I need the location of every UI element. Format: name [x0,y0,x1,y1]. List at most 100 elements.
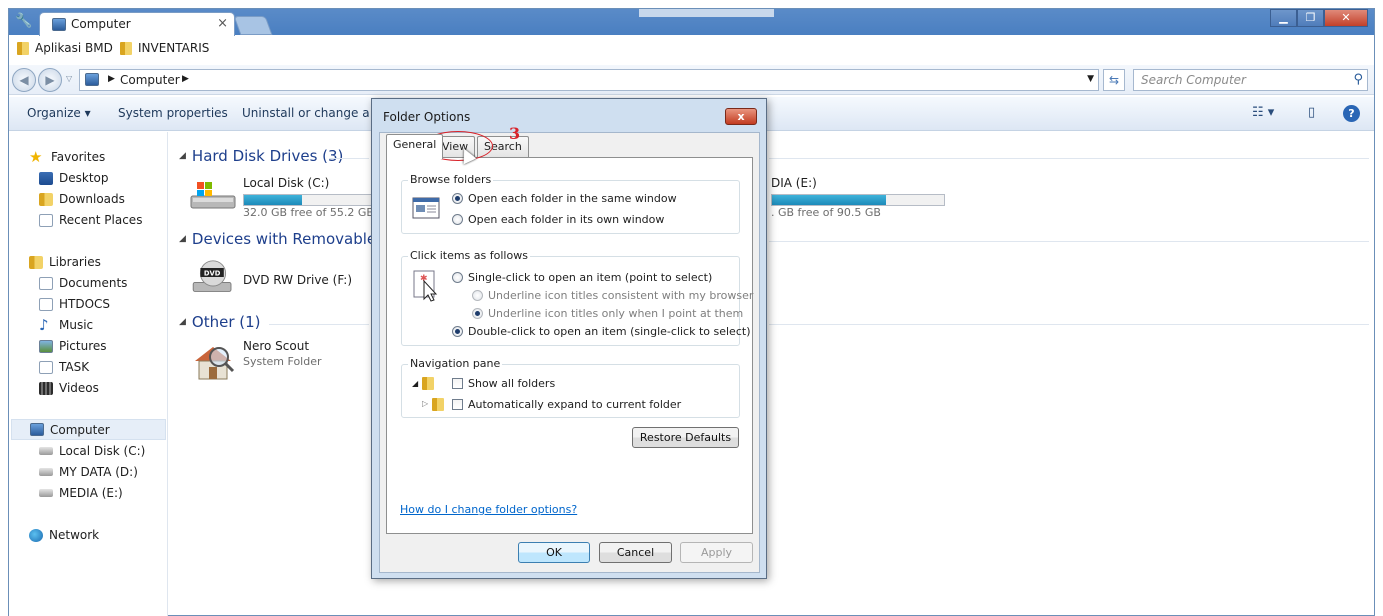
nav-documents[interactable]: Documents [39,274,127,292]
nav-libraries[interactable]: Libraries [29,253,101,271]
minimize-button[interactable]: ▁ [1270,9,1297,27]
breadcrumb-arrow-icon[interactable]: ▶ [108,74,115,84]
nav-favorites[interactable]: ★ Favorites [29,148,105,166]
restore-button[interactable]: ❐ [1297,9,1324,27]
nav-label: Music [59,318,94,332]
collapsed-arrow-icon: ▷ [422,399,429,408]
tab-general[interactable]: General [386,134,444,159]
checkbox[interactable] [452,399,463,410]
view-options-icon[interactable]: ☷ ▾ [1252,105,1274,120]
title-strip [639,9,774,17]
wrench-icon[interactable]: 🔧 [15,13,32,29]
annotation-number: 3 [509,124,521,143]
drive-dvd-rw-f[interactable]: DVD DVD RW Drive (F:) [189,259,389,303]
nero-scout-folder[interactable]: Nero Scout System Folder [189,339,389,389]
checkbox-auto-expand[interactable]: Automatically expand to current folder [452,398,681,411]
radio-button[interactable] [472,308,483,319]
nav-computer[interactable]: Computer [11,419,166,440]
dialog-title: Folder Options [383,110,471,124]
drive-icon [39,489,53,497]
group-legend: Browse folders [408,173,494,186]
folder-icon [432,398,444,411]
tab-close-icon[interactable]: × [217,16,228,31]
back-button[interactable]: ◀ [12,68,36,92]
nav-label: Local Disk (C:) [59,444,146,458]
radio-button[interactable] [452,326,463,337]
group-divider [329,158,369,159]
radio-own-window[interactable]: Open each folder in its own window [452,213,664,226]
checkbox[interactable] [452,378,463,389]
search-box[interactable]: ⚲ [1133,69,1368,91]
nav-music[interactable]: ♪ Music [39,316,93,334]
breadcrumb-arrow-icon[interactable]: ▶ [182,74,189,84]
preview-pane-icon[interactable]: ▯ [1308,105,1315,120]
collapse-icon[interactable]: ◢ [179,234,186,244]
tab-computer[interactable]: Computer × [39,12,235,36]
radio-button[interactable] [452,272,463,283]
checkbox-show-all-folders[interactable]: Show all folders [452,377,555,390]
group-divider [769,324,1369,325]
address-dropdown-icon[interactable]: ▼ [1087,74,1094,84]
nav-pictures[interactable]: Pictures [39,337,107,355]
folder-icon [120,41,132,55]
browse-folders-icon [412,197,440,219]
nav-videos[interactable]: Videos [39,379,99,397]
nav-downloads[interactable]: Downloads [39,190,125,208]
ok-button[interactable]: OK [518,542,590,563]
computer-icon [30,423,44,436]
group-divider [769,241,1369,242]
new-tab-button[interactable] [233,16,273,35]
cancel-button[interactable]: Cancel [599,542,672,563]
dialog-close-button[interactable]: x [725,108,757,125]
item-name: Nero Scout [243,339,310,353]
drive-usage-bar [771,194,945,206]
nav-media-e[interactable]: MEDIA (E:) [39,484,123,502]
search-icon[interactable]: ⚲ [1353,72,1363,87]
group-other[interactable]: ◢ Other (1) [179,313,261,331]
collapse-icon[interactable]: ◢ [179,151,186,161]
system-properties-button[interactable]: System properties [118,106,228,120]
folder-options-dialog: Folder Options x General View Search Bro… [371,98,767,579]
radio-button[interactable] [452,214,463,225]
radio-double-click[interactable]: Double-click to open an item (single-cli… [452,325,750,338]
nav-recent-places[interactable]: Recent Places [39,211,142,229]
dvd-drive-icon: DVD [192,260,232,292]
radio-underline-point[interactable]: Underline icon titles only when I point … [472,307,743,320]
bookmarks-bar: Aplikasi BMD INVENTARIS [9,36,1374,62]
breadcrumb-computer[interactable]: Computer [120,73,180,87]
help-link[interactable]: How do I change folder options? [400,503,577,516]
expanded-arrow-icon: ◢ [412,379,419,388]
desktop-icon [39,171,53,185]
bookmark-aplikasi-bmd[interactable]: Aplikasi BMD [17,41,113,55]
radio-underline-browser[interactable]: Underline icon titles consistent with my… [472,289,753,302]
nav-my-data-d[interactable]: MY DATA (D:) [39,463,138,481]
radio-button[interactable] [452,193,463,204]
address-bar[interactable]: ▶ Computer ▶ ▼ [79,69,1099,91]
nav-htdocs[interactable]: HTDOCS [39,295,110,313]
radio-single-click[interactable]: Single-click to open an item (point to s… [452,271,712,284]
drive-local-disk-c[interactable]: Local Disk (C:) 32.0 GB free of 55.2 GB [189,176,389,220]
group-hard-disk-drives[interactable]: ◢ Hard Disk Drives (3) [179,147,343,165]
search-input[interactable] [1134,70,1334,90]
help-icon[interactable]: ? [1343,105,1360,122]
organize-button[interactable]: Organize ▾ [27,106,91,120]
bookmark-label: INVENTARIS [138,41,210,55]
task-library-icon [39,360,53,374]
history-dropdown-icon[interactable]: ▽ [66,74,72,83]
forward-button[interactable]: ▶ [38,68,62,92]
apply-button[interactable]: Apply [680,542,753,563]
nav-task[interactable]: TASK [39,358,89,376]
close-window-button[interactable]: ✕ [1324,9,1368,27]
nav-local-disk-c[interactable]: Local Disk (C:) [39,442,145,460]
restore-defaults-button[interactable]: Restore Defaults [632,427,739,448]
collapse-icon[interactable]: ◢ [179,317,186,327]
nav-network[interactable]: Network [29,526,99,544]
option-label: Open each folder in its own window [468,213,665,226]
nav-desktop[interactable]: Desktop [39,169,109,187]
click-items-group: Click items as follows ✱ Single-click to… [401,249,753,346]
radio-same-window[interactable]: Open each folder in the same window [452,192,677,205]
refresh-button[interactable]: ⇆ [1103,69,1125,91]
navigation-pane-group: Navigation pane ◢ ▷ Show all folders Aut… [401,357,740,418]
bookmark-inventaris[interactable]: INVENTARIS [120,41,209,55]
radio-button[interactable] [472,290,483,301]
